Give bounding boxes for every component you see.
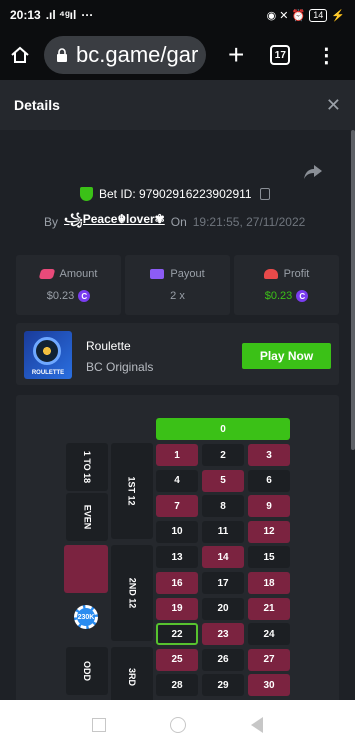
number-cell-7: 7	[156, 495, 198, 518]
chip-icon: 230K	[74, 605, 98, 629]
number-cell-14: 14	[202, 546, 244, 569]
profit-stat: Profit $0.23 C	[234, 255, 339, 315]
signal-icon: .ıl ⁴ᵍıl	[45, 8, 77, 22]
battery-icon: 14	[309, 8, 328, 22]
amount-label: Amount	[59, 268, 98, 280]
coin-icon: C	[296, 290, 309, 302]
number-cell-29: 29	[202, 674, 244, 697]
url-field[interactable]: bc.game/gar	[44, 36, 206, 74]
more-dots: ···	[81, 8, 94, 22]
payout-stat: Payout 2 x	[125, 255, 230, 315]
copy-icon[interactable]	[259, 188, 270, 200]
number-cell-19: 19	[156, 597, 198, 620]
dozen-3-cell: 3RD	[111, 647, 153, 705]
profit-icon	[263, 269, 278, 279]
game-name: Roulette	[86, 339, 131, 353]
number-cell-23: 23	[202, 623, 244, 646]
system-nav-bar	[0, 700, 355, 750]
number-cell-1: 1	[156, 444, 198, 466]
number-cell-27: 27	[248, 648, 290, 671]
url-text: bc.game/gar	[76, 42, 199, 67]
scrollbar[interactable]	[351, 130, 355, 450]
coin-icon: C	[78, 290, 91, 302]
number-cell-13: 13	[156, 546, 198, 569]
amount-icon	[38, 269, 55, 279]
number-cell-3: 3	[248, 444, 290, 466]
bet-id: Bet ID: 97902916223902911	[80, 187, 270, 201]
shield-icon	[80, 187, 93, 201]
roulette-board: 0 1 TO 18 EVEN 230K ODD 1ST 12 2ND 12 3R…	[16, 395, 339, 705]
payout-value: 2 x	[170, 290, 185, 302]
clock: 20:13	[10, 8, 41, 22]
game-provider: BC Originals	[86, 360, 154, 374]
number-cell-6: 6	[248, 469, 290, 492]
number-cell-5: 5	[202, 469, 244, 492]
profit-value: $0.23	[264, 290, 293, 302]
zero-cell: 0	[156, 418, 290, 440]
page-title: Details	[14, 97, 60, 113]
number-cell-16: 16	[156, 572, 198, 594]
menu-icon[interactable]: ⋮	[316, 43, 336, 68]
payout-icon	[150, 269, 165, 279]
red-bet-cell	[64, 545, 108, 593]
number-cell-22: 22	[156, 623, 198, 646]
thumbnail-label: ROULETTE	[31, 370, 65, 376]
payout-label: Payout	[170, 268, 205, 280]
odd-bet-cell: ODD	[66, 647, 108, 695]
number-cell-30: 30	[248, 674, 290, 697]
amount-value: $0.23	[46, 290, 75, 302]
home-nav-icon[interactable]	[170, 717, 187, 733]
number-cell-10: 10	[156, 520, 198, 543]
number-cell-28: 28	[156, 674, 198, 697]
by-label: By	[44, 215, 59, 229]
number-cell-12: 12	[248, 520, 290, 543]
number-cell-21: 21	[248, 597, 290, 620]
status-bar: 20:13 .ıl ⁴ᵍıl ··· ◉ ✕ ⏰ 14 ⚡	[0, 0, 355, 30]
roulette-wheel-icon	[33, 337, 61, 365]
amount-stat: Amount $0.23 C	[16, 255, 121, 315]
low-bet-cell: 1 TO 18	[66, 443, 108, 491]
number-cell-25: 25	[156, 648, 198, 671]
lock-icon	[57, 48, 67, 62]
even-bet-cell: EVEN	[66, 493, 108, 541]
number-cell-18: 18	[248, 572, 290, 594]
back-icon[interactable]	[250, 717, 263, 733]
charging-icon: ⚡	[331, 9, 345, 22]
username-link[interactable]: ꧁Peace☬lover✾	[64, 210, 165, 234]
recents-icon[interactable]	[92, 718, 107, 732]
profit-label: Profit	[283, 268, 310, 280]
number-cell-8: 8	[202, 495, 244, 518]
tab-switcher-button[interactable]: 17	[270, 45, 291, 65]
status-icons: ◉ ✕ ⏰	[266, 9, 306, 22]
browser-toolbar: bc.game/gar + 17 ⋮	[0, 30, 355, 80]
number-cell-15: 15	[248, 546, 290, 569]
details-header: Details ✕	[0, 80, 355, 130]
number-cell-26: 26	[202, 648, 244, 671]
play-now-button[interactable]: Play Now	[242, 343, 331, 369]
home-icon[interactable]	[10, 45, 30, 65]
roulette-thumbnail[interactable]: ROULETTE	[24, 331, 72, 379]
number-cell-20: 20	[202, 597, 244, 620]
game-card: ROULETTE Roulette BC Originals Play Now	[16, 323, 339, 385]
bet-id-text: Bet ID: 97902916223902911	[99, 187, 252, 201]
close-icon[interactable]: ✕	[326, 95, 341, 116]
bet-timestamp: 19:21:55, 27/11/2022	[192, 215, 306, 229]
bet-stats: Amount $0.23 C Payout 2 x Profit $0.23 C	[16, 255, 339, 315]
dozen-1-cell: 1ST 12	[111, 443, 153, 539]
share-icon[interactable]	[304, 165, 322, 179]
on-label: On	[170, 215, 187, 229]
new-tab-button[interactable]: +	[228, 39, 244, 71]
number-cell-24: 24	[248, 623, 290, 646]
bet-byline: By ꧁Peace☬lover✾ On 19:21:55, 27/11/2022	[44, 210, 305, 234]
number-cell-4: 4	[156, 469, 198, 492]
number-cell-9: 9	[248, 495, 290, 518]
number-cell-11: 11	[202, 520, 244, 543]
dozen-2-cell: 2ND 12	[111, 545, 153, 641]
number-cell-17: 17	[202, 572, 244, 594]
number-cell-2: 2	[202, 444, 244, 466]
